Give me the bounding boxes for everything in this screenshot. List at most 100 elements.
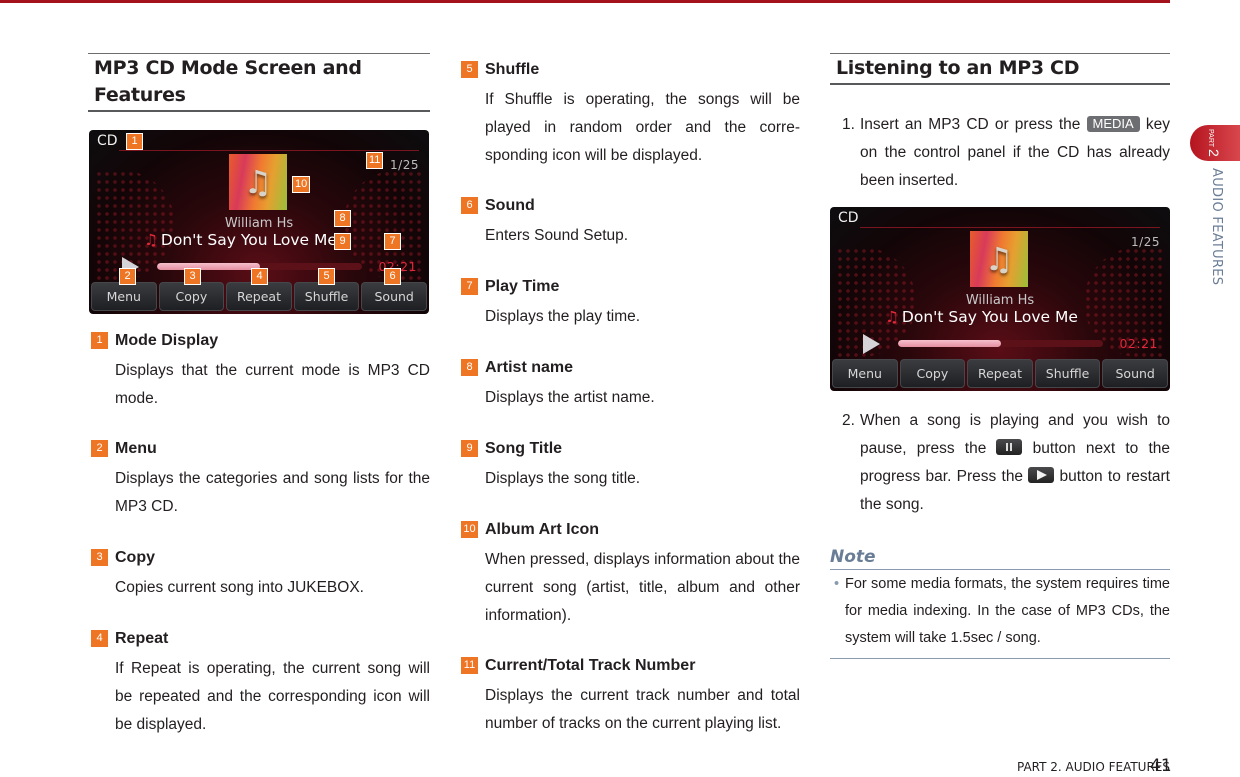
step-text-before: Insert an MP3 CD or press the — [860, 116, 1087, 133]
button-bar: Menu Copy Repeat Shuffle Sound — [832, 359, 1168, 388]
callout-9: 9 — [334, 233, 351, 250]
item-name: Sound — [485, 197, 535, 214]
item-number: 1 — [91, 332, 108, 349]
sound-button[interactable]: Sound — [361, 282, 427, 311]
album-art-button[interactable]: ♫ — [229, 154, 287, 210]
item-desc: Displays the current track number and to… — [485, 687, 800, 732]
item-desc: When pressed, displays information about… — [485, 551, 800, 624]
step-number: 1. — [842, 116, 855, 133]
song-title-text: Don't Say You Love Me — [901, 308, 1078, 326]
item-name: Album Art Icon — [485, 521, 600, 538]
repeat-button[interactable]: Repeat — [967, 359, 1033, 388]
callout-2: 2 — [119, 268, 136, 285]
shuffle-button[interactable]: Shuffle — [293, 282, 360, 311]
button-bar: Menu Copy Repeat Shuffle Sound — [91, 282, 427, 311]
feature-item: 5 Shuffle If Shuffle is operating, the s… — [458, 60, 800, 170]
step-text: Insert an MP3 CD or press the MEDIA key … — [860, 111, 1170, 195]
header-divider — [119, 150, 419, 151]
item-name: Artist name — [485, 359, 574, 376]
callout-11: 11 — [366, 152, 384, 169]
play-time: 02:21 — [1119, 336, 1158, 351]
shuffle-button[interactable]: Shuffle — [1034, 359, 1101, 388]
page-number: 41 — [1150, 756, 1172, 776]
item-desc: Displays that the current mode is MP3 CD… — [115, 362, 430, 407]
item-number: 11 — [461, 657, 478, 674]
step-text: When a song is playing and you wish to p… — [860, 407, 1170, 519]
item-name: Repeat — [115, 630, 169, 647]
part-number: 2 — [1206, 149, 1222, 157]
menu-button[interactable]: Menu — [832, 359, 898, 388]
part-label: PART2 — [1206, 129, 1222, 157]
copy-button[interactable]: Copy — [158, 282, 225, 311]
note-body: • For some media formats, the system req… — [830, 571, 1170, 659]
mp3-cd-screen-annotated: CD 1/25 ♫ William Hs ♫ Don't Say You Love… — [89, 130, 429, 314]
feature-item: 2 Menu Displays the categories and song … — [88, 439, 430, 521]
song-title: ♫ Don't Say You Love Me — [144, 231, 337, 249]
callout-3: 3 — [184, 268, 201, 285]
note-heading: Note — [830, 545, 1170, 570]
feature-item: 6 Sound Enters Sound Setup. — [458, 196, 800, 250]
feature-item: 8 Artist name Displays the artist name. — [458, 358, 800, 412]
callout-7: 7 — [384, 233, 401, 250]
album-art-button[interactable]: ♫ — [970, 231, 1028, 287]
copy-button[interactable]: Copy — [899, 359, 966, 388]
item-desc: Displays the song title. — [485, 470, 641, 487]
repeat-button[interactable]: Repeat — [226, 282, 292, 311]
progress-fill — [157, 263, 260, 270]
item-name: Current/Total Track Number — [485, 657, 696, 674]
song-title: ♫ Don't Say You Love Me — [885, 308, 1078, 326]
play-icon — [1028, 467, 1055, 483]
item-number: 8 — [461, 359, 478, 376]
side-section-label: AUDIO FEATURES — [1209, 168, 1224, 286]
mode-display: CD — [838, 210, 859, 226]
music-note-icon: ♫ — [144, 231, 158, 249]
feature-item: 4 Repeat If Repeat is operating, the cur… — [88, 629, 430, 739]
music-note-icon: ♫ — [984, 240, 1014, 278]
progress-bar[interactable] — [898, 340, 1103, 347]
callout-4: 4 — [251, 268, 268, 285]
item-desc: Displays the categories and song lists f… — [115, 470, 430, 515]
item-desc: Displays the play time. — [485, 308, 641, 325]
play-icon[interactable] — [863, 334, 880, 354]
section-heading-mode-screen: MP3 CD Mode Screen and Features — [88, 53, 430, 112]
item-number: 3 — [91, 549, 108, 566]
feature-item: 10 Album Art Icon When pressed, displays… — [458, 520, 800, 630]
item-desc: If Shuffle is operating, the songs will … — [485, 91, 800, 164]
callout-8: 8 — [334, 210, 351, 227]
feature-item: 11 Current/Total Track Number Displays t… — [458, 656, 800, 738]
media-key-icon: MEDIA — [1086, 116, 1140, 132]
item-number: 4 — [91, 630, 108, 647]
top-accent-bar — [0, 0, 1170, 3]
track-number: 1/25 — [390, 158, 419, 172]
item-number: 6 — [461, 197, 478, 214]
feature-item: 1 Mode Display Displays that the current… — [88, 331, 430, 413]
sound-button[interactable]: Sound — [1102, 359, 1168, 388]
artist-name: William Hs — [965, 293, 1035, 308]
item-number: 9 — [461, 440, 478, 457]
callout-5: 5 — [318, 268, 335, 285]
callout-10: 10 — [292, 176, 311, 193]
feature-item: 7 Play Time Displays the play time. — [458, 277, 800, 331]
artist-name: William Hs — [224, 216, 294, 231]
step-2: 2. When a song is playing and you wish t… — [830, 407, 1170, 519]
item-name: Menu — [115, 440, 157, 457]
track-number: 1/25 — [1131, 235, 1160, 249]
item-desc: If Repeat is operating, the current song… — [115, 660, 430, 733]
menu-button[interactable]: Menu — [91, 282, 157, 311]
mp3-cd-screen: CD 1/25 ♫ William Hs ♫ Don't Say You Love… — [830, 207, 1170, 391]
header-divider — [860, 227, 1160, 228]
item-desc: Displays the artist name. — [485, 389, 655, 406]
song-title-text: Don't Say You Love Me — [160, 231, 337, 249]
music-note-icon: ♫ — [885, 308, 899, 326]
part-small: PART — [1207, 129, 1214, 148]
music-note-icon: ♫ — [243, 163, 273, 201]
item-desc: Enters Sound Setup. — [485, 227, 629, 244]
step-1: 1. Insert an MP3 CD or press the MEDIA k… — [830, 111, 1170, 195]
item-number: 7 — [461, 278, 478, 295]
feature-item: 9 Song Title Displays the song title. — [458, 439, 800, 493]
mode-display: CD — [97, 133, 118, 149]
item-number: 10 — [461, 521, 478, 538]
callout-6: 6 — [384, 268, 401, 285]
callout-1: 1 — [126, 133, 143, 150]
bullet-icon: • — [834, 576, 840, 592]
